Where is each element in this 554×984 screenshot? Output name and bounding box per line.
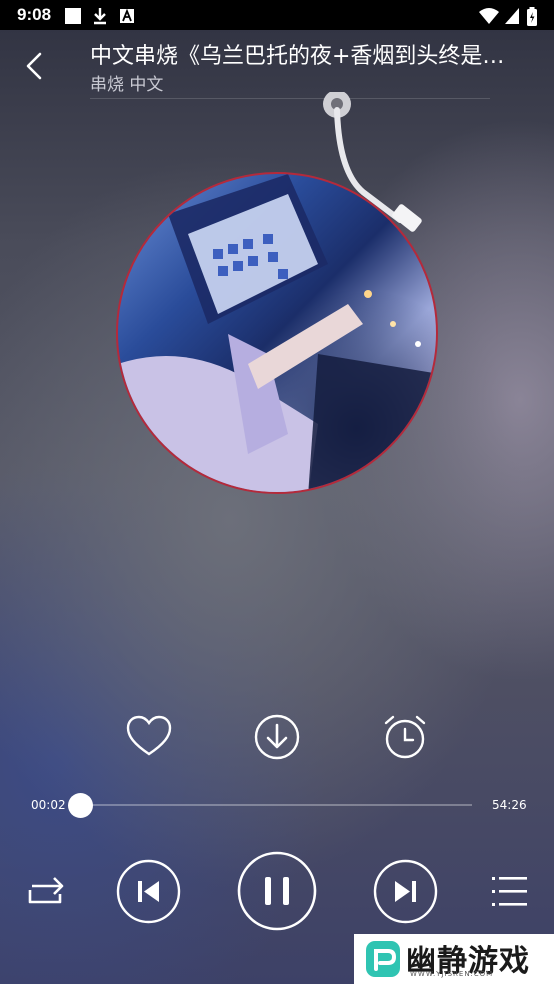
- progress-track[interactable]: [80, 804, 472, 806]
- song-subtitle: 串烧 中文: [90, 75, 164, 95]
- total-time: 54:26: [492, 798, 527, 812]
- tonearm-graphic: [323, 92, 422, 232]
- current-time: 00:02: [31, 798, 66, 812]
- status-time: 9:08: [17, 5, 52, 24]
- pause-icon[interactable]: [237, 851, 317, 931]
- watermark-subtext: WWW.YJISREN.COM: [410, 970, 494, 978]
- next-icon[interactable]: [373, 859, 438, 924]
- status-bar: 9:08: [0, 0, 554, 30]
- back-arrow-icon[interactable]: [16, 48, 52, 84]
- progress-thumb[interactable]: [68, 793, 94, 818]
- download-icon[interactable]: [252, 712, 302, 762]
- repeat-icon[interactable]: [24, 872, 70, 912]
- app-notification-icon: [120, 8, 134, 23]
- progress-bar: 00:02 54:26: [0, 790, 554, 820]
- song-title: 中文串烧《乌兰巴托的夜+香烟到头终是…: [90, 44, 505, 69]
- heart-icon[interactable]: [124, 712, 174, 762]
- cell-signal-icon: [505, 8, 519, 24]
- header: 中文串烧《乌兰巴托的夜+香烟到头终是… 串烧 中文: [0, 30, 554, 100]
- playlist-icon[interactable]: [490, 872, 530, 912]
- site-watermark: 幽静游戏 WWW.YJISREN.COM: [354, 934, 554, 984]
- wifi-icon: [479, 8, 499, 24]
- download-status-icon: [94, 8, 106, 25]
- watermark-logo-icon: [366, 941, 400, 977]
- notification-square-icon: [65, 8, 81, 24]
- previous-icon[interactable]: [116, 859, 181, 924]
- alarm-clock-icon[interactable]: [380, 712, 430, 762]
- battery-charging-icon: [527, 7, 537, 26]
